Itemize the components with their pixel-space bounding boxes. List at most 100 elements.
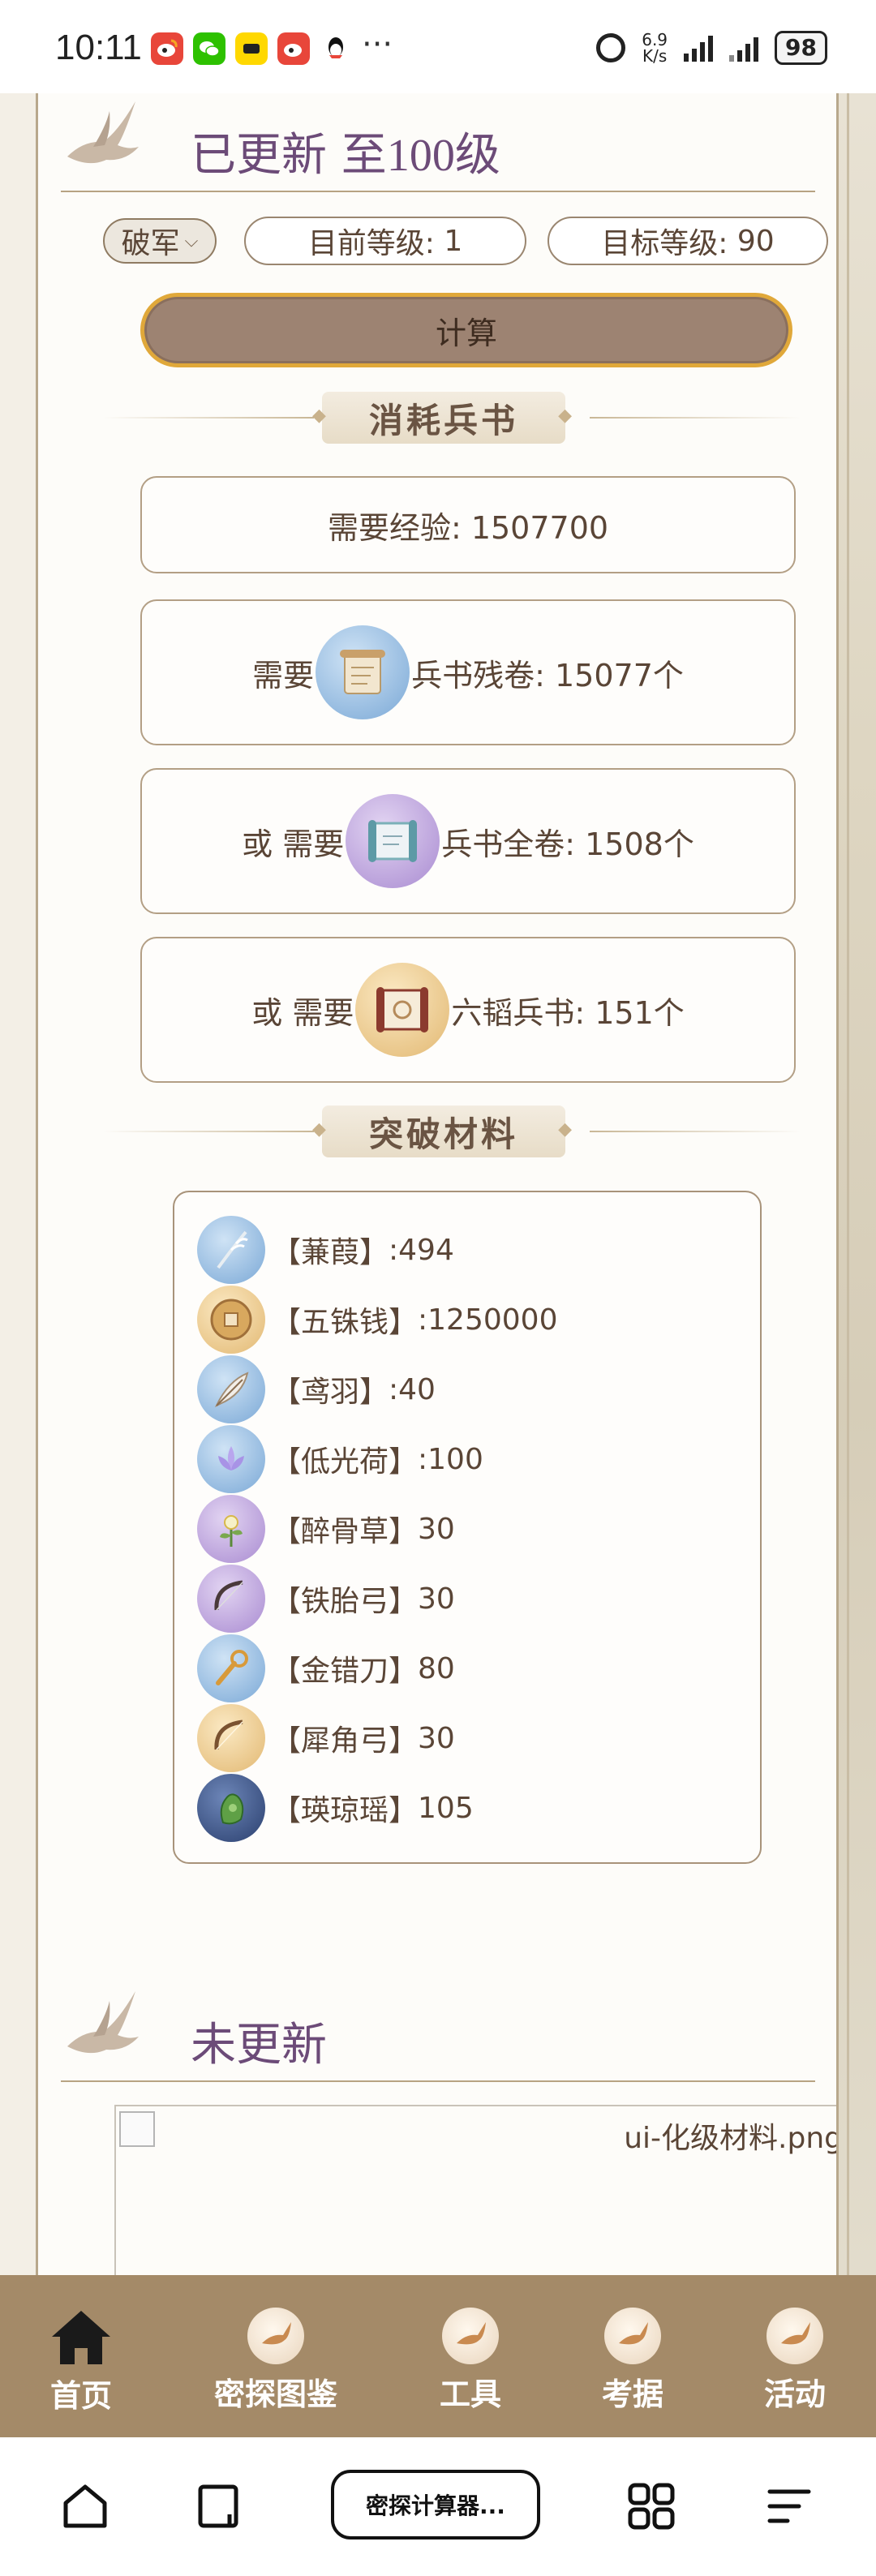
qq-icon — [320, 32, 352, 65]
option-1-item: 兵书残卷 — [411, 657, 535, 693]
option-2-prefix: 或 需要 — [242, 826, 345, 862]
updated-section-title: 已更新 至100级 — [191, 118, 500, 184]
nav-research-label: 考据 — [601, 2376, 663, 2412]
not-updated-section-header: 未更新 — [61, 1983, 815, 2082]
notification-icons — [151, 32, 352, 65]
option-3-prefix: 或 需要 — [251, 994, 354, 1031]
material-name: 【低光荷】 — [272, 1445, 419, 1479]
option-2-amount: : 1508个 — [565, 826, 694, 862]
apps-button[interactable] — [615, 2470, 688, 2543]
horn-bow-icon — [197, 1704, 265, 1772]
list-item: 【鸢羽】:40 — [197, 1355, 436, 1424]
network-speed: 6.9 K/s — [642, 32, 668, 64]
calculate-button[interactable]: 计算 — [140, 293, 792, 367]
herb-icon — [197, 1495, 265, 1563]
scroll-fragment-icon — [316, 625, 410, 719]
nav-events[interactable]: 活动 — [714, 2308, 876, 2414]
target-level-field[interactable]: 目标等级: 90 — [548, 217, 828, 265]
xianyu-icon — [235, 32, 268, 65]
list-item: 【瑛琼瑶】 105 — [197, 1773, 474, 1843]
material-name: 【鸢羽】 — [272, 1376, 389, 1409]
status-time: 10:11 — [55, 28, 142, 67]
weibo-icon — [151, 32, 183, 65]
tabs-button[interactable] — [183, 2470, 256, 2543]
bird-icon — [67, 1991, 139, 2054]
class-select-value: 破军 — [121, 227, 180, 260]
material-name: 【醉骨草】 — [272, 1515, 419, 1548]
nav-tools-label: 工具 — [439, 2376, 501, 2412]
breakthrough-heading: 突破材料 — [312, 1106, 575, 1157]
nav-tools[interactable]: 工具 — [389, 2308, 552, 2414]
material-name: 【五铢钱】 — [272, 1306, 419, 1339]
current-level-field[interactable]: 目前等级: 1 — [244, 217, 526, 265]
golden-knife-icon — [197, 1634, 265, 1702]
broken-image-icon — [119, 2111, 155, 2147]
home-icon — [52, 2311, 110, 2364]
list-item: 【金错刀】 80 — [197, 1634, 455, 1703]
nav-events-label: 活动 — [763, 2376, 826, 2412]
option-1-amount: : 15077个 — [535, 657, 684, 693]
materials-list: 【蒹葭】:494 【五铢钱】:1250000 【鸢羽】:40 【低光荷】:100… — [173, 1191, 762, 1864]
list-item: 【醉骨草】 30 — [197, 1494, 455, 1564]
nav-agent-handbook-label: 密探图鉴 — [213, 2376, 337, 2412]
bottom-nav: 首页 密探图鉴 工具 考据 活动 — [0, 2275, 876, 2437]
class-select[interactable]: 破军 ⌵ — [103, 218, 217, 264]
agent-handbook-icon — [247, 2308, 304, 2364]
research-icon — [604, 2308, 661, 2364]
content-frame: 已更新 至100级 破军 ⌵ 目前等级: 1 目标等级: 90 计算 消耗兵书 … — [36, 93, 839, 2275]
home-outline-icon — [63, 2484, 107, 2528]
option-card-2: 或 需要 兵书全卷: 1508个 — [140, 768, 796, 914]
consume-heading: 消耗兵书 — [312, 392, 575, 444]
material-qty: :1250000 — [418, 1303, 558, 1337]
updated-section-header: 已更新 至100级 — [61, 93, 815, 192]
decorative-side-strip — [839, 93, 876, 2275]
bird-icon — [67, 101, 139, 164]
liutao-book-icon — [355, 963, 450, 1057]
weibo-icon-2 — [277, 32, 310, 65]
tools-icon — [442, 2308, 499, 2364]
broken-image: ui-化级材料.png — [114, 2105, 836, 2275]
lotus-icon — [197, 1425, 265, 1493]
status-right: 6.9 K/s 98 — [596, 31, 827, 65]
tabs-icon — [198, 2484, 238, 2528]
material-name: 【铁胎弓】 — [272, 1585, 419, 1618]
material-qty: 30 — [418, 1512, 455, 1546]
wechat-icon — [193, 32, 225, 65]
material-qty: :100 — [418, 1442, 483, 1476]
current-tab-button[interactable]: 密探计算器... — [331, 2470, 540, 2540]
material-qty: 105 — [418, 1791, 474, 1825]
menu-icon — [767, 2489, 811, 2523]
reed-icon — [197, 1216, 265, 1284]
events-icon — [766, 2308, 823, 2364]
material-name: 【瑛琼瑶】 — [272, 1794, 419, 1827]
material-name: 【犀角弓】 — [272, 1724, 419, 1758]
status-bar: 10:11 ··· 6.9 K/s 98 — [0, 0, 876, 93]
material-name: 【蒹葭】 — [272, 1236, 389, 1269]
signal-icon-2 — [729, 34, 759, 62]
home-button[interactable] — [49, 2470, 122, 2543]
option-card-3: 或 需要 六韬兵书: 151个 — [140, 937, 796, 1083]
nav-research[interactable]: 考据 — [552, 2308, 714, 2414]
exp-requirement: 需要经验: 1507700 — [327, 509, 609, 546]
system-nav-bar: 密探计算器... — [0, 2437, 876, 2576]
more-notifications-icon: ··· — [362, 26, 393, 63]
full-scroll-icon — [346, 794, 440, 888]
nav-home[interactable]: 首页 — [0, 2308, 162, 2415]
exp-card: 需要经验: 1507700 — [140, 476, 796, 573]
list-item: 【低光荷】:100 — [197, 1424, 483, 1494]
iron-bow-icon — [197, 1565, 265, 1633]
breakthrough-section-header: 突破材料 — [103, 1106, 801, 1157]
chevron-down-icon: ⌵ — [184, 230, 199, 251]
nav-agent-handbook[interactable]: 密探图鉴 — [195, 2308, 357, 2414]
option-1-prefix: 需要 — [252, 657, 315, 693]
target-level-value: 90 — [736, 224, 775, 258]
grid-icon — [628, 2483, 675, 2530]
material-qty: 30 — [418, 1721, 455, 1755]
jade-icon — [197, 1774, 265, 1842]
signal-icon-1 — [684, 34, 714, 62]
list-item: 【蒹葭】:494 — [197, 1215, 454, 1285]
material-qty: 80 — [418, 1651, 455, 1685]
consume-section-header: 消耗兵书 — [103, 392, 801, 444]
network-speed-unit: K/s — [642, 46, 668, 66]
menu-button[interactable] — [753, 2470, 826, 2543]
